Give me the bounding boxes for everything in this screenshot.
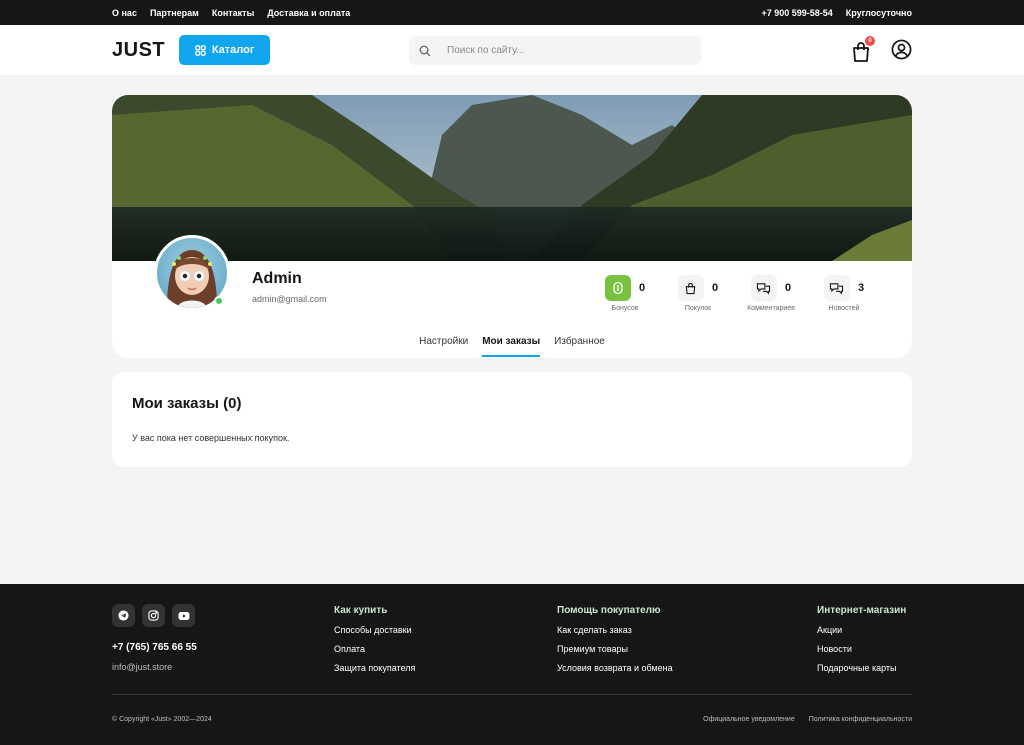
stat-value: 0 bbox=[638, 282, 646, 294]
footer-link[interactable]: Акции bbox=[817, 625, 906, 635]
footer-column-title: Интернет-магазин bbox=[817, 605, 907, 616]
privacy-policy-link[interactable]: Политика конфиденциальности bbox=[809, 716, 912, 723]
top-link-partners[interactable]: Партнерам bbox=[150, 8, 199, 18]
top-link-contacts[interactable]: Контакты bbox=[212, 8, 254, 18]
legal-links: Официальное уведомление Политика конфиде… bbox=[703, 716, 912, 723]
catalog-button[interactable]: Каталог bbox=[179, 35, 271, 65]
search-input[interactable] bbox=[447, 45, 667, 56]
catalog-label: Каталог bbox=[211, 44, 255, 56]
stat-purchases[interactable]: 0 Покупок bbox=[670, 275, 726, 312]
orders-empty-text: У вас пока нет совершенных покупок. bbox=[132, 433, 290, 443]
footer-link[interactable]: Условия возврата и обмена bbox=[557, 663, 673, 673]
site-header: JUST Каталог 0 bbox=[0, 25, 1024, 75]
search-box[interactable] bbox=[409, 36, 701, 65]
footer-link[interactable]: Новости bbox=[817, 644, 906, 654]
top-hours: Круглосуточно bbox=[845, 7, 912, 18]
telegram-icon[interactable] bbox=[112, 604, 135, 627]
tab-my-orders[interactable]: Мои заказы bbox=[482, 336, 541, 357]
footer-column-title: Как купить bbox=[334, 605, 388, 616]
comments-icon bbox=[750, 275, 777, 301]
copyright: © Copyright «Just» 2002—2024 bbox=[112, 716, 212, 723]
footer-link[interactable]: Защита покупателя bbox=[334, 663, 415, 673]
site-logo[interactable]: JUST bbox=[112, 39, 165, 62]
online-status-dot bbox=[214, 296, 224, 306]
bonus-icon bbox=[604, 275, 631, 301]
footer-divider bbox=[112, 694, 912, 695]
top-bar: О нас Партнерам Контакты Доставка и опла… bbox=[0, 0, 1024, 25]
site-footer: +7 (765) 765 66 55 info@just.store Как к… bbox=[0, 584, 1024, 745]
stat-value: 3 bbox=[857, 282, 865, 294]
user-icon bbox=[891, 39, 912, 60]
top-nav: О нас Партнерам Контакты Доставка и опла… bbox=[112, 8, 350, 18]
stat-label: Новостей bbox=[828, 305, 860, 312]
footer-link[interactable]: Как сделать заказ bbox=[557, 625, 673, 635]
top-link-delivery[interactable]: Доставка и оплата bbox=[267, 8, 350, 18]
instagram-icon[interactable] bbox=[142, 604, 165, 627]
stat-value: 0 bbox=[784, 282, 792, 294]
grid-icon bbox=[195, 44, 206, 56]
profile-tabs: Настройки Мои заказы Избранное bbox=[112, 336, 912, 357]
tab-settings[interactable]: Настройки bbox=[419, 336, 468, 357]
profile-stats: 0 Бонусов 0 Покупок 0 Комментариев 3 Нов… bbox=[597, 275, 872, 312]
footer-link[interactable]: Оплата bbox=[334, 644, 415, 654]
footer-link[interactable]: Способы доставки bbox=[334, 625, 415, 635]
bag-icon bbox=[677, 275, 704, 301]
profile-cover-image bbox=[112, 95, 912, 261]
footer-email[interactable]: info@just.store bbox=[112, 662, 172, 672]
stat-label: Бонусов bbox=[611, 305, 639, 312]
footer-column-store: Интернет-магазин Акции Новости Подарочны… bbox=[817, 605, 906, 682]
stat-comments[interactable]: 0 Комментариев bbox=[743, 275, 799, 312]
footer-column-title: Помощь покупателю bbox=[557, 605, 661, 616]
footer-link[interactable]: Подарочные карты bbox=[817, 663, 906, 673]
profile-name: Admin bbox=[252, 270, 302, 287]
cart-badge: 0 bbox=[865, 36, 875, 46]
stat-news[interactable]: 3 Новостей bbox=[816, 275, 872, 312]
top-phone[interactable]: +7 900 599-58-54 bbox=[761, 8, 832, 18]
stat-bonuses[interactable]: 0 Бонусов bbox=[597, 275, 653, 312]
orders-panel: Мои заказы (0) У вас пока нет совершенны… bbox=[112, 372, 912, 467]
social-links bbox=[112, 604, 195, 627]
stat-label: Покупок bbox=[684, 305, 712, 312]
cart-button[interactable]: 0 bbox=[851, 36, 875, 63]
youtube-icon[interactable] bbox=[172, 604, 195, 627]
profile-card: Admin admin@gmail.com 0 Бонусов 0 Покупо… bbox=[112, 95, 912, 358]
news-icon bbox=[823, 275, 850, 301]
legal-notice-link[interactable]: Официальное уведомление bbox=[703, 716, 795, 723]
stat-value: 0 bbox=[711, 282, 719, 294]
footer-column-help: Помощь покупателю Как сделать заказ Прем… bbox=[557, 605, 673, 682]
top-link-about[interactable]: О нас bbox=[112, 8, 137, 18]
profile-email: admin@gmail.com bbox=[252, 294, 327, 304]
stat-label: Комментариев bbox=[747, 305, 795, 312]
tab-favorites[interactable]: Избранное bbox=[554, 336, 605, 357]
account-button[interactable] bbox=[891, 39, 912, 65]
search-icon bbox=[419, 45, 431, 56]
orders-title: Мои заказы (0) bbox=[132, 395, 242, 412]
footer-column-how-to-buy: Как купить Способы доставки Оплата Защит… bbox=[334, 605, 415, 682]
footer-phone[interactable]: +7 (765) 765 66 55 bbox=[112, 642, 197, 653]
footer-link[interactable]: Премиум товары bbox=[557, 644, 673, 654]
